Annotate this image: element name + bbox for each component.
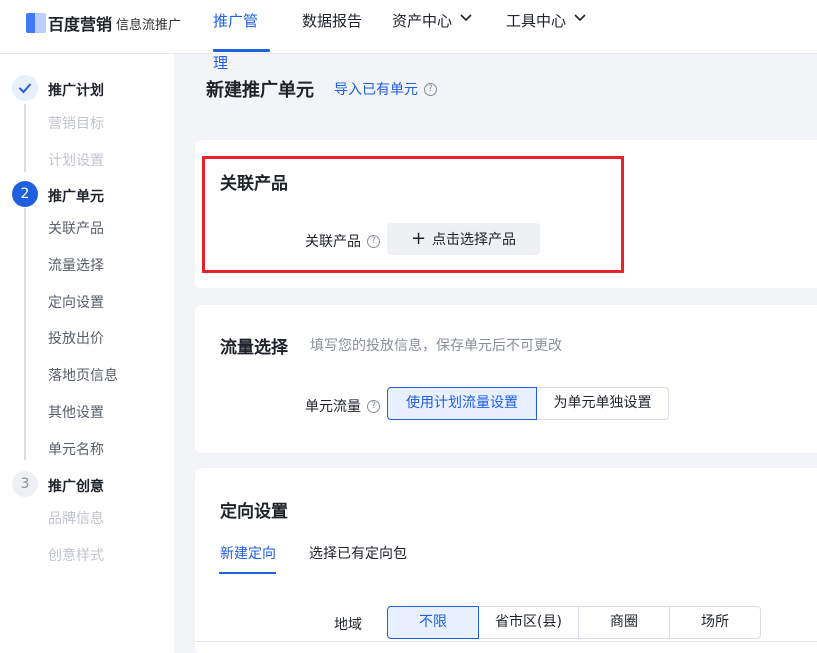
step-connector (24, 104, 26, 172)
brand-logo[interactable]: 百度营销 信息流推广 (26, 12, 181, 34)
sidebar-item-creative-style[interactable]: 创意样式 (48, 545, 104, 565)
region-venue-option[interactable]: 场所 (669, 606, 761, 639)
region-province-city-option[interactable]: 省市区(县) (478, 606, 579, 639)
region-field: 地域 (334, 614, 362, 634)
nav-data-report[interactable]: 数据报告 (302, 0, 362, 54)
nav-tool-center[interactable]: 工具中心 (506, 0, 586, 54)
import-existing-unit-link[interactable]: 导入已有单元 ? (334, 79, 437, 99)
traffic-selection-card (195, 305, 817, 453)
tab-new-targeting[interactable]: 新建定向 (220, 543, 276, 563)
traffic-selection-title: 流量选择 (220, 338, 288, 358)
targeting-title: 定向设置 (220, 502, 288, 522)
step-3-number: 3 (12, 471, 38, 497)
step-connector (24, 208, 26, 460)
baidu-logo-icon (26, 13, 46, 33)
traffic-selection-hint: 填写您的投放信息，保存单元后不可更改 (310, 338, 562, 354)
region-unlimited-option[interactable]: 不限 (387, 606, 479, 639)
nav-promotion-management[interactable]: 推广管理 (213, 0, 270, 72)
region-segmented: 不限 省市区(县) 商圈 场所 (387, 606, 761, 639)
sidebar-item-marketing-goal[interactable]: 营销目标 (48, 113, 104, 133)
sidebar-item-bidding[interactable]: 投放出价 (48, 328, 104, 348)
step-2-title[interactable]: 推广单元 (48, 186, 104, 206)
unit-traffic-field: 单元流量 ? (305, 396, 380, 416)
unit-traffic-segmented: 使用计划流量设置 为单元单独设置 (387, 387, 669, 420)
sidebar-item-landing-page[interactable]: 落地页信息 (48, 365, 118, 385)
unit-own-traffic-option[interactable]: 为单元单独设置 (536, 387, 669, 420)
sidebar-item-traffic[interactable]: 流量选择 (48, 255, 104, 275)
top-nav: 百度营销 信息流推广 推广管理 数据报告 资产中心 工具中心 (0, 0, 817, 72)
highlight-box (202, 156, 624, 273)
brand-name: 百度营销 (48, 15, 113, 34)
step-3-title[interactable]: 推广创意 (48, 476, 104, 496)
step-2-number: 2 (12, 181, 38, 207)
step-1-title[interactable]: 推广计划 (48, 80, 104, 100)
sidebar-item-unit-name[interactable]: 单元名称 (48, 439, 104, 459)
sidebar-item-related-product[interactable]: 关联产品 (48, 218, 104, 238)
divider (195, 641, 817, 642)
step-1-check-icon (12, 75, 38, 101)
product-name: 信息流推广 (116, 17, 182, 33)
nav-asset-center[interactable]: 资产中心 (392, 0, 472, 54)
region-label: 地域 (334, 617, 362, 633)
sidebar-item-plan-settings[interactable]: 计划设置 (48, 150, 104, 170)
chevron-down-icon (574, 14, 586, 22)
help-icon[interactable]: ? (424, 82, 437, 96)
tab-existing-targeting-package[interactable]: 选择已有定向包 (309, 543, 407, 563)
use-plan-traffic-option[interactable]: 使用计划流量设置 (387, 387, 537, 420)
chevron-down-icon (460, 14, 472, 22)
help-icon[interactable]: ? (367, 399, 380, 413)
sidebar-item-brand-info[interactable]: 品牌信息 (48, 508, 104, 528)
import-link-label: 导入已有单元 (334, 82, 418, 98)
sidebar-item-targeting[interactable]: 定向设置 (48, 292, 104, 312)
sidebar-item-other-settings[interactable]: 其他设置 (48, 402, 104, 422)
page-title: 新建推广单元 (206, 80, 314, 101)
region-business-district-option[interactable]: 商圈 (578, 606, 670, 639)
unit-traffic-label: 单元流量 (305, 399, 361, 415)
active-tab-indicator (219, 572, 276, 574)
